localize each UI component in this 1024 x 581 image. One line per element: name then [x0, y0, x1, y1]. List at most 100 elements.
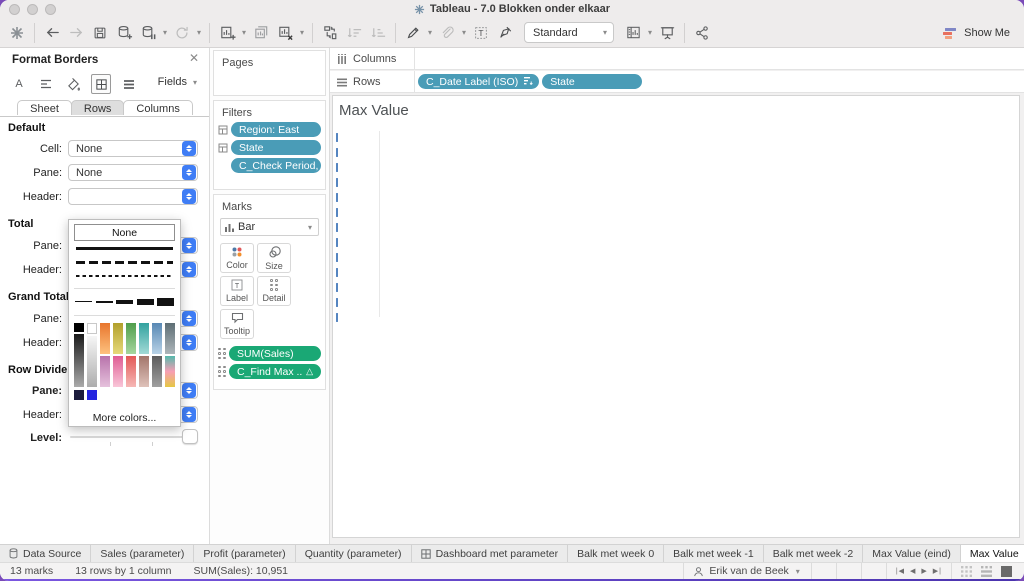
show-cards-caret[interactable]: ▾ [646, 28, 654, 37]
format-tab-columns[interactable]: Columns [123, 100, 192, 115]
filter-pill-state[interactable]: State [231, 140, 321, 155]
mark-pill-find-max[interactable]: C_Find Max .. △ [229, 364, 321, 379]
palette-footer[interactable] [74, 390, 175, 400]
border-solid-option[interactable] [76, 247, 173, 250]
tab-profit-parameter[interactable]: Profit (parameter) [194, 545, 295, 562]
fields-dropdown[interactable]: Fields ▾ [158, 76, 199, 88]
next-sheet-button[interactable]: ▶ [921, 567, 927, 575]
duplicate-sheet-button[interactable] [250, 22, 272, 44]
show-cards-button[interactable] [622, 22, 644, 44]
filmstrip-view-icon[interactable] [981, 566, 992, 577]
default-pane-border-select[interactable]: None [68, 164, 198, 181]
run-update-button[interactable] [171, 22, 193, 44]
tab-sales-parameter[interactable]: Sales (parameter) [91, 545, 194, 562]
share-button[interactable] [691, 22, 713, 44]
columns-shelf[interactable]: Columns [330, 48, 1024, 70]
format-lines-icon[interactable] [120, 75, 138, 93]
tab-label: Max Value (eind) [872, 548, 951, 560]
divider-pane-border-stepper [182, 383, 196, 398]
pause-auto-updates-caret[interactable]: ▾ [161, 28, 169, 37]
fit-select[interactable]: Standard ▾ [524, 22, 614, 43]
border-none-label: None [112, 227, 137, 239]
level-slider-thumb[interactable] [182, 429, 198, 444]
thickness-4-option[interactable] [137, 299, 154, 305]
tableau-home-icon[interactable] [6, 22, 28, 44]
format-alignment-icon[interactable] [37, 75, 55, 93]
format-borders-icon[interactable] [91, 74, 111, 94]
thickness-2-option[interactable] [96, 301, 113, 303]
level-slider-track[interactable] [70, 436, 192, 438]
cell-border-select[interactable]: None [68, 140, 198, 157]
color-palette[interactable] [74, 323, 175, 387]
color-button[interactable]: Color [220, 243, 254, 273]
more-colors-option[interactable]: More colors... [74, 412, 175, 424]
border-dotted-option[interactable] [76, 275, 173, 278]
fix-axes-button[interactable] [494, 22, 516, 44]
tooltip-button[interactable]: Tooltip [220, 309, 254, 339]
size-button[interactable]: Size [257, 243, 291, 273]
filter-pill-check-period[interactable]: C_Check Period, .. [231, 158, 321, 173]
highlight-button[interactable] [402, 22, 424, 44]
sheet-sorter-view-icon[interactable] [961, 566, 972, 577]
clear-sheet-caret[interactable]: ▾ [298, 28, 306, 37]
tab-max-value[interactable]: Max Value [961, 545, 1024, 562]
close-format-panel-icon[interactable]: ✕ [187, 51, 201, 65]
new-worksheet-caret[interactable]: ▾ [240, 28, 248, 37]
view-canvas[interactable]: Max Value [332, 95, 1020, 538]
previous-sheet-button[interactable]: ◀ [910, 567, 916, 575]
mark-type-dropdown[interactable]: Bar ▾ [220, 218, 319, 236]
presentation-mode-button[interactable] [656, 22, 678, 44]
sort-descending-button[interactable] [367, 22, 389, 44]
run-update-caret[interactable]: ▾ [195, 28, 203, 37]
format-font-icon[interactable]: A [10, 75, 28, 93]
border-none-option[interactable]: None [74, 224, 175, 241]
save-button[interactable] [89, 22, 111, 44]
highlight-caret[interactable]: ▾ [426, 28, 434, 37]
tab-balk-met-week-2[interactable]: Balk met week -2 [764, 545, 864, 562]
label-button[interactable]: T Label [220, 276, 254, 306]
section-total: Total [8, 218, 33, 230]
mark-pill-sum-sales[interactable]: SUM(Sales) [229, 346, 321, 361]
format-workbook-button[interactable] [436, 22, 458, 44]
format-tab-rows[interactable]: Rows [71, 100, 125, 115]
default-header-row-label: Header: [0, 191, 62, 203]
tab-quantity-parameter[interactable]: Quantity (parameter) [296, 545, 412, 562]
clear-sheet-button[interactable] [274, 22, 296, 44]
undo-button[interactable] [41, 22, 63, 44]
format-tab-sheet[interactable]: Sheet [17, 100, 72, 115]
redo-button[interactable] [65, 22, 87, 44]
tab-data-source[interactable]: Data Source [0, 545, 91, 562]
rows-shelf[interactable]: Rows C_Date Label (ISO) State [330, 71, 1024, 93]
thickness-3-option[interactable] [116, 300, 133, 304]
marks-column [336, 133, 338, 328]
new-worksheet-button[interactable] [216, 22, 238, 44]
thickness-1-option[interactable] [75, 301, 92, 302]
tab-balk-met-week-1[interactable]: Balk met week -1 [664, 545, 764, 562]
sheet-view-icon[interactable] [1001, 566, 1012, 577]
first-sheet-button[interactable]: |◀ [896, 567, 905, 575]
tab-max-value-eind[interactable]: Max Value (eind) [863, 545, 961, 562]
new-data-source-button[interactable] [113, 22, 135, 44]
swap-rows-columns-button[interactable] [319, 22, 341, 44]
filter-pill-region[interactable]: Region: East [231, 122, 321, 137]
format-workbook-caret[interactable]: ▾ [460, 28, 468, 37]
bar-chart-icon [225, 223, 234, 232]
row-pill-date-label[interactable]: C_Date Label (ISO) [418, 74, 539, 89]
show-mark-labels-button[interactable]: T [470, 22, 492, 44]
format-shading-icon[interactable] [64, 75, 82, 93]
row-pill-state[interactable]: State [542, 74, 642, 89]
show-me-button[interactable]: Show Me [943, 18, 1010, 48]
detail-button[interactable]: Detail [257, 276, 291, 306]
user-account-menu[interactable]: Erik van de Beek ▾ [684, 563, 810, 579]
thickness-5-option[interactable] [157, 298, 174, 306]
tableau-window: Tableau - 7.0 Blokken onder elkaar ▾ [0, 0, 1024, 581]
sort-ascending-button[interactable] [343, 22, 365, 44]
last-sheet-button[interactable]: ▶| [933, 567, 942, 575]
default-header-border-select[interactable] [68, 188, 198, 205]
tab-balk-met-week-0[interactable]: Balk met week 0 [568, 545, 664, 562]
fit-select-value: Standard [533, 27, 578, 39]
border-dashed-option[interactable] [76, 261, 173, 264]
pause-auto-updates-button[interactable] [137, 22, 159, 44]
tab-dashboard-met-parameter[interactable]: Dashboard met parameter [412, 545, 569, 562]
tab-label: Data Source [23, 548, 81, 560]
